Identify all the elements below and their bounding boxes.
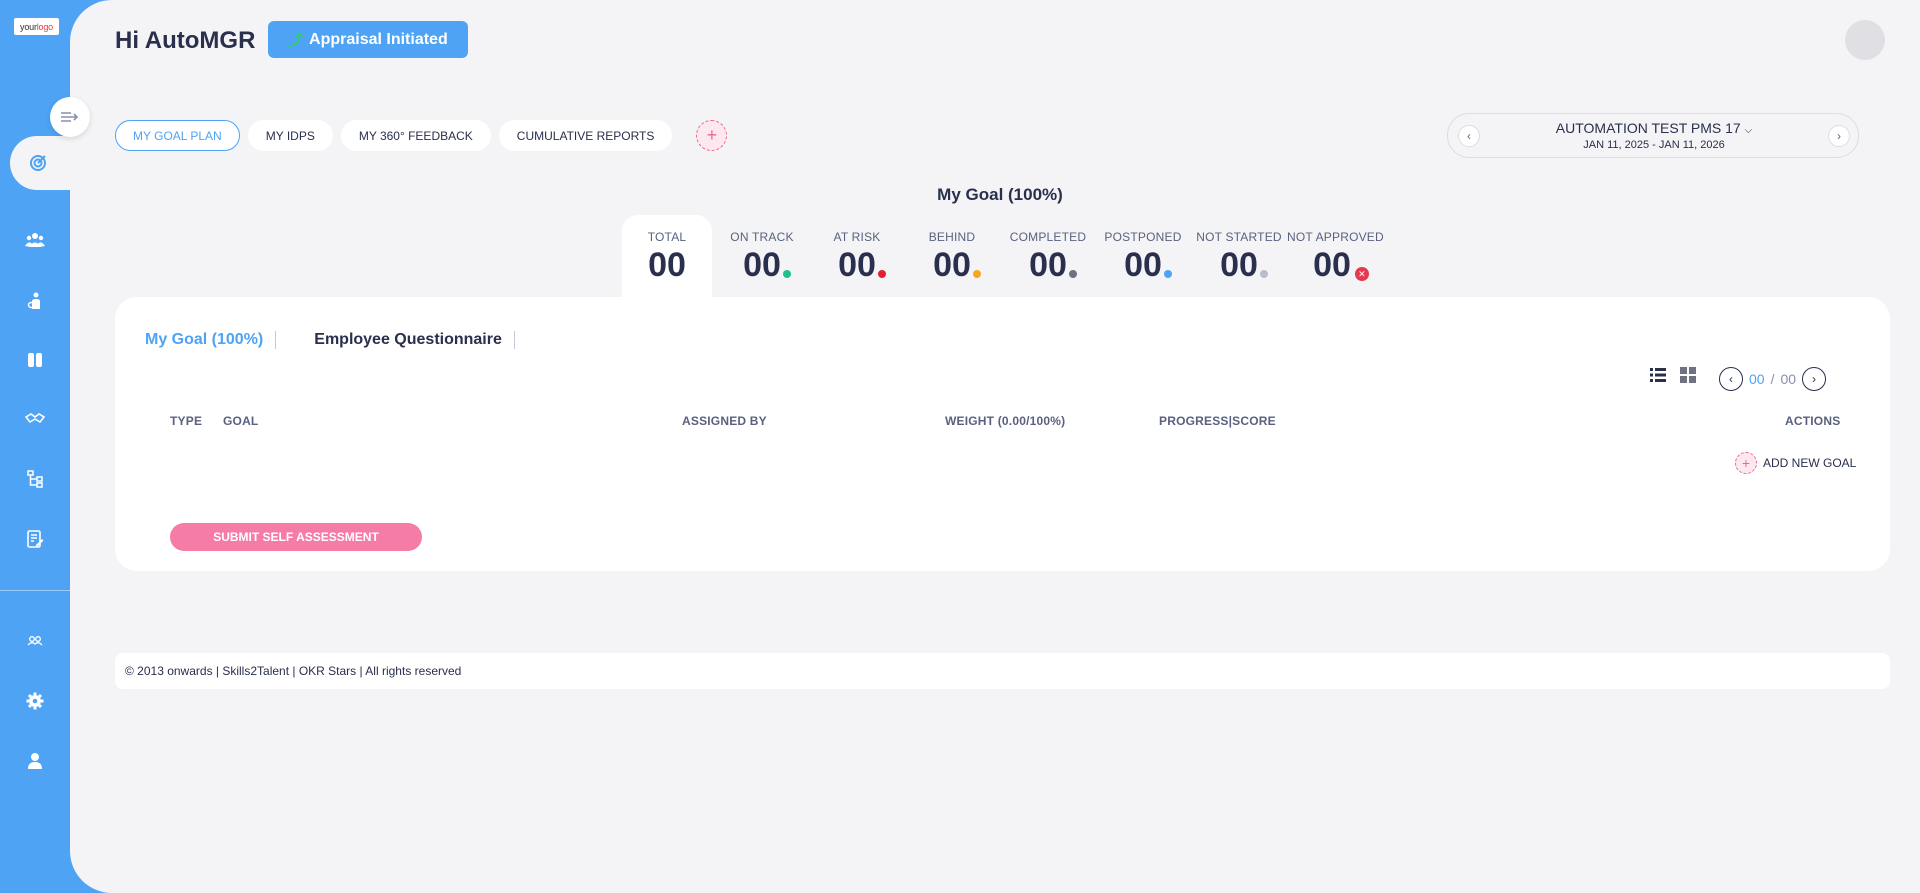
tab-cumulative-reports[interactable]: CUMULATIVE REPORTS [498,120,673,151]
settings-gear-icon[interactable] [21,687,49,715]
add-plus-icon: + [1735,452,1757,474]
submit-self-assessment-button[interactable]: SUBMIT SELF ASSESSMENT [170,523,422,551]
col-actions: ACTIONS [1785,414,1841,428]
list-view-icon[interactable] [1650,367,1666,383]
book-icon[interactable] [21,346,49,374]
add-tab-plus-icon[interactable]: + [696,120,728,151]
sidebar-collapse-button[interactable] [50,97,90,137]
stat-at-risk[interactable]: AT RISK 00 [812,215,902,297]
stat-completed[interactable]: COMPLETED 00 [1003,215,1093,297]
stat-postponed[interactable]: POSTPONED 00 [1098,215,1188,297]
cycle-next-icon[interactable]: › [1828,125,1850,147]
main-panel: Hi AutoMGR ⤴ Appraisal Initiated MY GOAL… [70,0,1920,893]
completed-dot-icon [1068,270,1077,278]
cycle-dates: JAN 11, 2025 - JAN 11, 2026 [1583,139,1725,151]
status-arrow-icon: ⤴ [288,32,304,49]
stat-total[interactable]: TOTAL 00 [622,215,712,297]
stat-not-started[interactable]: NOT STARTED 00 [1194,215,1284,297]
on-track-dot-icon [782,270,791,278]
col-type: TYPE [170,414,203,428]
sidebar-item-goals[interactable] [10,136,72,190]
handshake-icon[interactable] [21,404,49,432]
sidebar-divider [0,590,70,591]
chevron-down-icon: ⌵ [1744,125,1753,136]
appraisal-status-button[interactable]: ⤴ Appraisal Initiated [268,21,468,58]
col-progress-score: PROGRESS|SCORE [1159,414,1276,428]
card-tabs: My Goal (100%) Employee Questionnaire [145,331,553,349]
tab-my-goal-plan[interactable]: MY GOAL PLAN [115,120,240,151]
people-group-icon[interactable] [21,627,49,655]
footer: © 2013 onwards | Skills2Talent | OKR Sta… [115,653,1890,689]
pager: ‹ 00 / 00 › [1719,367,1827,391]
goal-card: My Goal (100%) Employee Questionnaire ‹ … [115,297,1890,571]
col-weight: WEIGHT (0.00/100%) [945,414,1066,428]
user-profile-icon[interactable] [21,747,49,775]
tab-my-idps[interactable]: MY IDPS [247,120,333,151]
goal-heading: My Goal (100%) [937,185,1063,204]
user-avatar[interactable] [1845,20,1885,60]
not-approved-x-icon: ✕ [1354,267,1369,281]
not-started-dot-icon [1259,270,1268,278]
cycle-selector[interactable]: ‹ AUTOMATION TEST PMS 17 ⌵ JAN 11, 2025 … [1447,113,1859,158]
org-chart-icon[interactable] [21,465,49,493]
col-goal: GOAL [223,414,259,428]
team-icon[interactable] [21,226,49,254]
behind-dot-icon [972,270,981,278]
goals-target-icon [24,149,52,177]
cycle-title[interactable]: AUTOMATION TEST PMS 17 ⌵ [1448,120,1860,136]
stat-on-track[interactable]: ON TRACK 00 [717,215,807,297]
at-risk-dot-icon [877,270,886,278]
stat-not-approved[interactable]: NOT APPROVED 00 ✕ [1287,215,1384,297]
stat-behind[interactable]: BEHIND 00 [907,215,997,297]
goal-status-stats: TOTAL 00 ON TRACK 00 AT RISK 00 BEHIND 0… [622,215,1452,297]
postponed-dot-icon [1163,270,1172,278]
view-toggle [1650,367,1696,383]
pager-prev-icon[interactable]: ‹ [1719,367,1743,391]
tab-my-360-feedback[interactable]: MY 360° FEEDBACK [340,120,491,151]
tab-employee-questionnaire[interactable]: Employee Questionnaire [314,331,515,349]
pager-next-icon[interactable]: › [1802,367,1827,391]
collapse-arrow-icon [61,112,79,122]
company-logo: your logo [14,18,59,35]
greeting-title: Hi AutoMGR [115,27,256,54]
col-assigned-by: ASSIGNED BY [682,414,767,428]
document-edit-icon[interactable] [21,525,49,553]
add-new-goal-button[interactable]: + ADD NEW GOAL [1735,452,1856,474]
tab-my-goal[interactable]: My Goal (100%) [145,331,277,349]
person-icon[interactable] [21,287,49,315]
nav-tabs: MY GOAL PLAN MY IDPS MY 360° FEEDBACK CU… [115,120,728,151]
grid-view-icon[interactable] [1680,367,1696,383]
